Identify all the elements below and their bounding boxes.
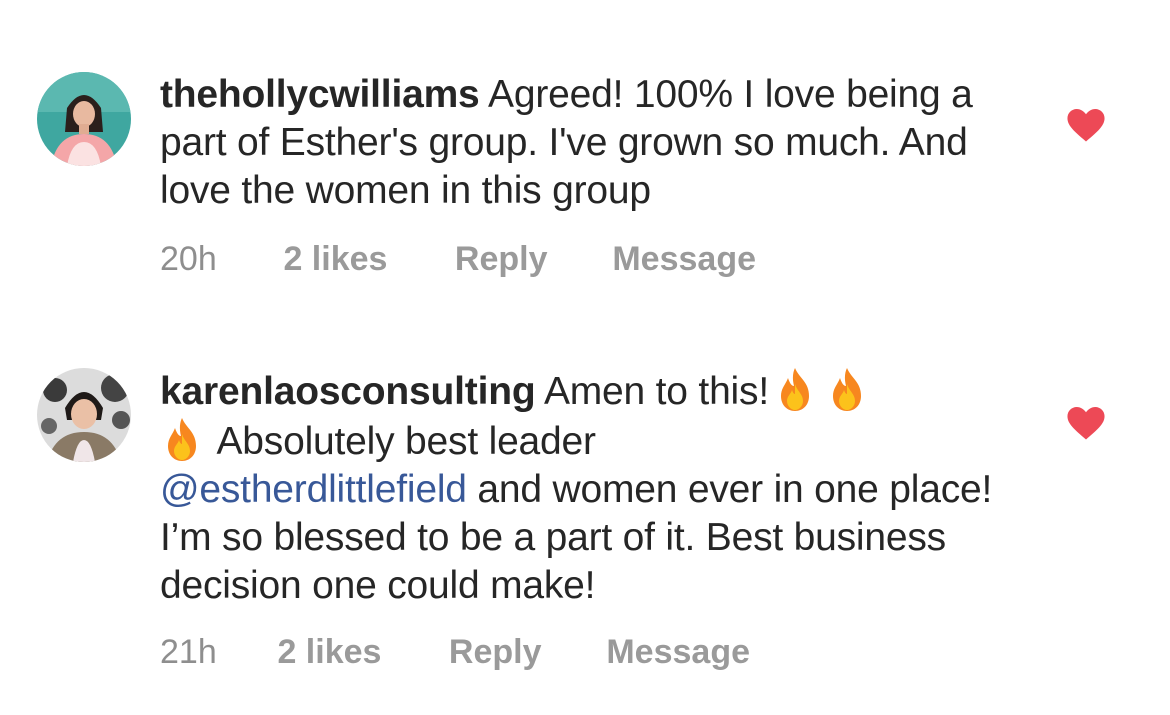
comment-text: karenlaosconsulting Amen to this! Absolu… [160, 366, 1040, 610]
username[interactable]: karenlaosconsulting [160, 370, 536, 413]
comment-body-middle: Absolutely best leader [216, 420, 596, 463]
avatar[interactable] [37, 368, 131, 462]
likes-count[interactable]: 2 likes [283, 240, 445, 279]
timestamp: 20h [160, 240, 217, 278]
likes-count[interactable]: 2 likes [277, 633, 439, 672]
comment-meta: 21h 2 likes Reply Message [160, 633, 750, 672]
fire-emoji-icon [773, 366, 817, 412]
reply-button[interactable]: Reply [455, 240, 603, 279]
comment-meta: 20h 2 likes Reply Message [160, 240, 756, 279]
username[interactable]: thehollycwilliams [160, 73, 480, 116]
reply-button[interactable]: Reply [449, 633, 597, 672]
comment-item: karenlaosconsulting Amen to this! Absolu… [0, 330, 1170, 715]
like-heart-icon[interactable] [1067, 109, 1105, 143]
fire-emoji-icon [825, 366, 869, 412]
avatar[interactable] [37, 72, 131, 166]
comment-text: thehollycwilliams Agreed! 100% I love be… [160, 71, 1040, 215]
mention-link[interactable]: @estherdlittlefield [160, 468, 467, 511]
message-button[interactable]: Message [606, 633, 750, 672]
comment-body-start: Amen to this! [543, 370, 769, 413]
fire-emoji-icon [160, 416, 204, 462]
timestamp: 21h [160, 633, 217, 671]
comment-item: thehollycwilliams Agreed! 100% I love be… [0, 0, 1170, 330]
message-button[interactable]: Message [612, 240, 756, 279]
like-heart-icon[interactable] [1067, 407, 1105, 441]
